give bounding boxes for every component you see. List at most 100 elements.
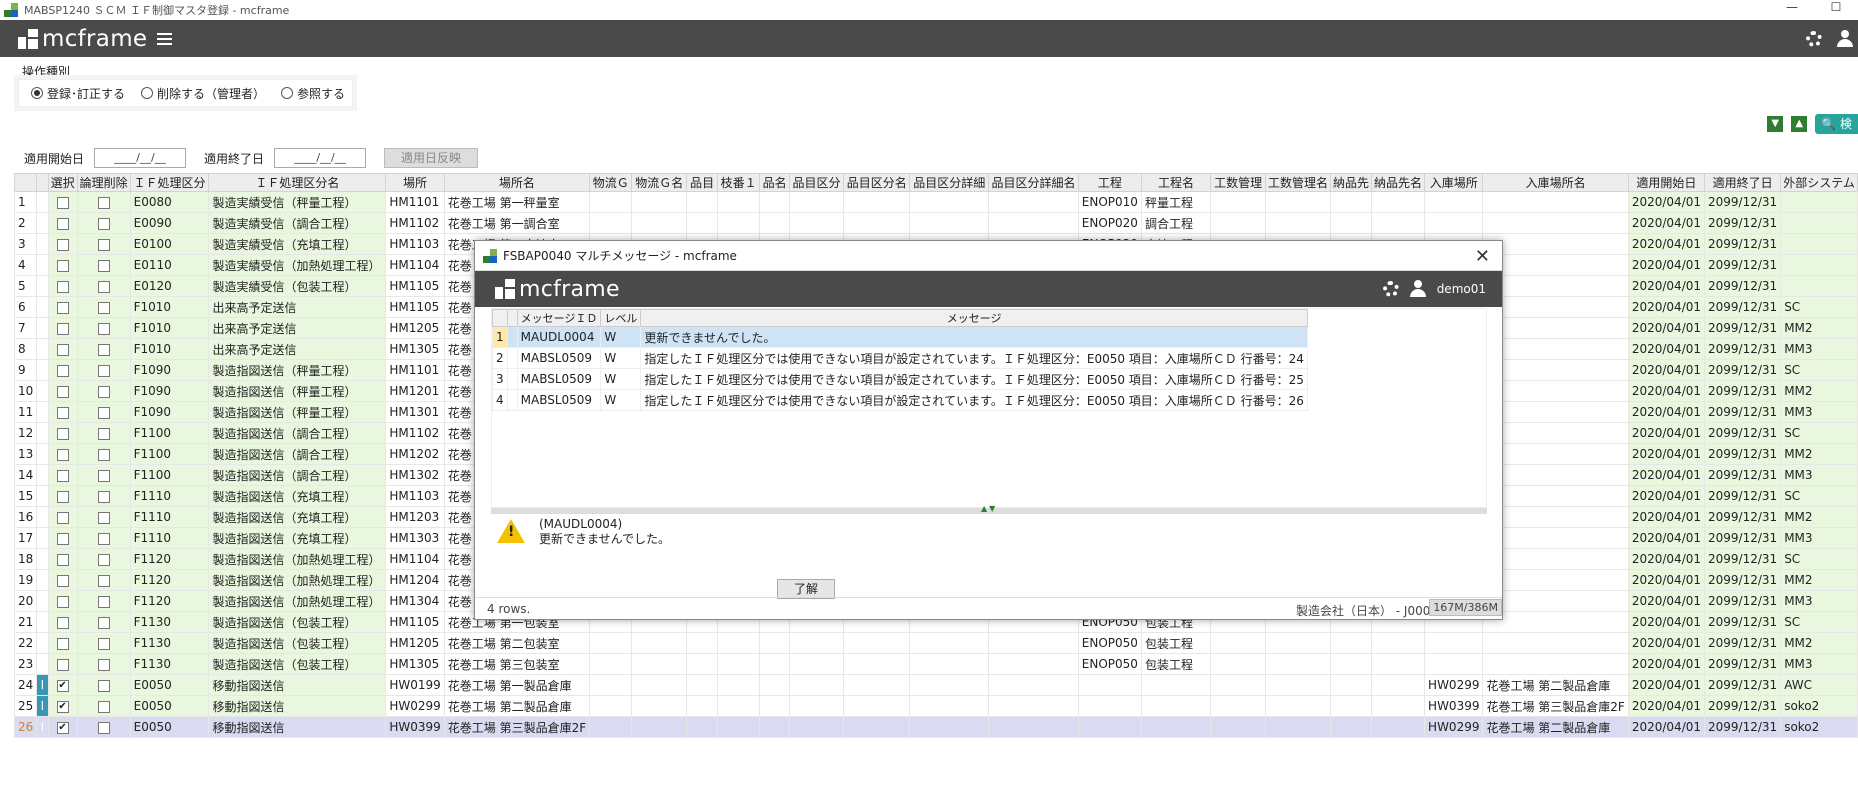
checkbox-icon[interactable] [97,490,110,503]
col-header[interactable]: 入庫場所名 [1482,173,1629,192]
process-cell[interactable]: ENOP050 [1077,632,1142,654]
checkbox-checked-icon[interactable]: ✔ [56,721,69,734]
logical-delete-checkbox[interactable] [76,716,131,738]
checkbox-icon[interactable] [97,343,110,356]
logical-delete-checkbox[interactable] [76,401,131,423]
checkbox-icon[interactable] [97,385,110,398]
select-checkbox[interactable] [47,380,78,402]
logical-delete-checkbox[interactable] [76,191,131,213]
start-date-cell[interactable]: 2020/04/01 [1627,317,1706,339]
item-class-detail-cell[interactable] [909,695,990,717]
start-date-cell[interactable]: 2020/04/01 [1627,191,1706,213]
checkbox-icon[interactable] [56,406,69,419]
table-row[interactable]: 23 F1130 製造指図送信（包装工程） HM1305 花巻工場 第三包装室 ENOP0… [13,653,1858,675]
col-header[interactable]: レベル [600,309,642,327]
select-checkbox[interactable] [47,464,78,486]
item-class-cell[interactable] [788,632,845,654]
start-date-cell[interactable]: 2020/04/01 [1627,422,1706,444]
start-date-cell[interactable]: 2020/04/01 [1627,611,1706,633]
end-date-cell[interactable]: 2099/12/31 [1704,569,1782,591]
item-class-cell[interactable] [788,716,845,738]
logistics-group-cell[interactable] [589,191,633,213]
search-button[interactable]: 🔍 検 [1815,114,1858,134]
table-row[interactable]: 1 E0080 製造実績受信（秤量工程） HM1101 花巻工場 第一秤量室 ENOP01… [13,191,1858,213]
logical-delete-checkbox[interactable] [76,485,131,507]
external-system-cell[interactable]: MM3 [1780,527,1858,549]
select-checkbox[interactable] [47,254,78,276]
download-icon[interactable]: ▼ [1767,116,1784,132]
checkbox-icon[interactable] [56,448,69,461]
start-date-cell[interactable]: 2020/04/01 [1627,590,1706,612]
end-date-cell[interactable]: 2099/12/31 [1704,716,1782,738]
col-header[interactable]: 工数管理 [1210,173,1266,192]
radio-delete[interactable]: 削除する（管理者） [141,85,265,102]
external-system-cell[interactable]: MM2 [1780,443,1858,465]
col-header[interactable]: 物流Ｇ [589,173,633,192]
checkbox-icon[interactable] [97,511,110,524]
logistics-group-cell[interactable] [589,674,633,696]
location-cell[interactable]: HM1205 [385,317,445,339]
end-date-cell[interactable]: 2099/12/31 [1704,422,1782,444]
select-checkbox[interactable] [47,569,78,591]
checkbox-checked-icon[interactable]: ✔ [56,679,69,692]
process-cell[interactable]: ENOP020 [1077,212,1142,234]
checkbox-icon[interactable] [56,616,69,629]
delivery-cell[interactable] [1330,632,1373,654]
logical-delete-checkbox[interactable] [76,296,131,318]
col-header[interactable]: 品名 [759,173,790,192]
location-cell[interactable]: HM1105 [385,611,445,633]
checkbox-icon[interactable] [56,217,69,230]
checkbox-icon[interactable] [97,658,110,671]
in-location-cell[interactable]: HW0299 [1424,674,1484,696]
start-date-cell[interactable]: 2020/04/01 [1627,212,1706,234]
item-cell[interactable] [686,191,719,213]
select-checkbox[interactable] [47,212,78,234]
logistics-group-cell[interactable] [589,716,633,738]
table-row[interactable]: 26 I ✔ E0050 移動指図送信 HW0399 花巻工場 第三製品倉庫2F HW0299… [13,716,1858,738]
if-code-cell[interactable]: E0050 [129,674,210,696]
if-code-cell[interactable]: F1100 [129,464,210,486]
radio-selected-icon[interactable] [31,87,43,99]
end-date-cell[interactable]: 2099/12/31 [1704,632,1782,654]
checkbox-icon[interactable] [56,343,69,356]
location-cell[interactable]: HM1202 [385,443,445,465]
end-date-cell[interactable]: 2099/12/31 [1704,695,1782,717]
start-date-cell[interactable]: 2020/04/01 [1627,443,1706,465]
checkbox-icon[interactable] [97,322,110,335]
if-code-cell[interactable]: F1110 [129,485,210,507]
message-row[interactable]: 2 MABSL0509 W 指定したＩＦ処理区分では使用できない項目が設定されて… [492,347,1308,369]
checkbox-icon[interactable] [97,700,110,713]
logical-delete-checkbox[interactable] [76,548,131,570]
external-system-cell[interactable]: SC [1780,548,1858,570]
select-checkbox[interactable] [47,422,78,444]
end-date-cell[interactable]: 2099/12/31 [1704,233,1782,255]
location-cell[interactable]: HM1301 [385,401,445,423]
apply-date-button[interactable]: 適用日反映 [384,148,479,168]
gear-icon[interactable] [1382,281,1399,297]
external-system-cell[interactable]: MM2 [1780,506,1858,528]
if-code-cell[interactable]: F1130 [129,653,210,675]
external-system-cell[interactable]: MM3 [1780,464,1858,486]
logical-delete-checkbox[interactable] [76,527,131,549]
branch-cell[interactable] [717,212,761,234]
process-cell[interactable] [1077,674,1142,696]
end-date-cell[interactable]: 2099/12/31 [1704,191,1782,213]
location-cell[interactable]: HM1305 [385,338,445,360]
end-date-input[interactable]: ____/__/__ [274,148,367,168]
checkbox-icon[interactable] [56,301,69,314]
external-system-cell[interactable] [1780,275,1858,297]
start-date-cell[interactable]: 2020/04/01 [1627,695,1706,717]
if-code-cell[interactable]: E0050 [129,695,210,717]
checkbox-icon[interactable] [97,301,110,314]
start-date-cell[interactable]: 2020/04/01 [1627,359,1706,381]
item-class-detail-cell[interactable] [909,716,990,738]
location-cell[interactable]: HW0399 [385,716,445,738]
message-row[interactable]: 1 MAUDL0004 W 更新できませんでした。 [492,326,1308,348]
checkbox-icon[interactable] [56,280,69,293]
checkbox-checked-icon[interactable]: ✔ [56,700,69,713]
select-checkbox[interactable] [47,317,78,339]
minimize-button[interactable]: — [1770,0,1814,14]
logical-delete-checkbox[interactable] [76,233,131,255]
splitter-arrows-icon[interactable]: ▲▼ [981,504,997,513]
radio-icon[interactable] [141,87,154,99]
